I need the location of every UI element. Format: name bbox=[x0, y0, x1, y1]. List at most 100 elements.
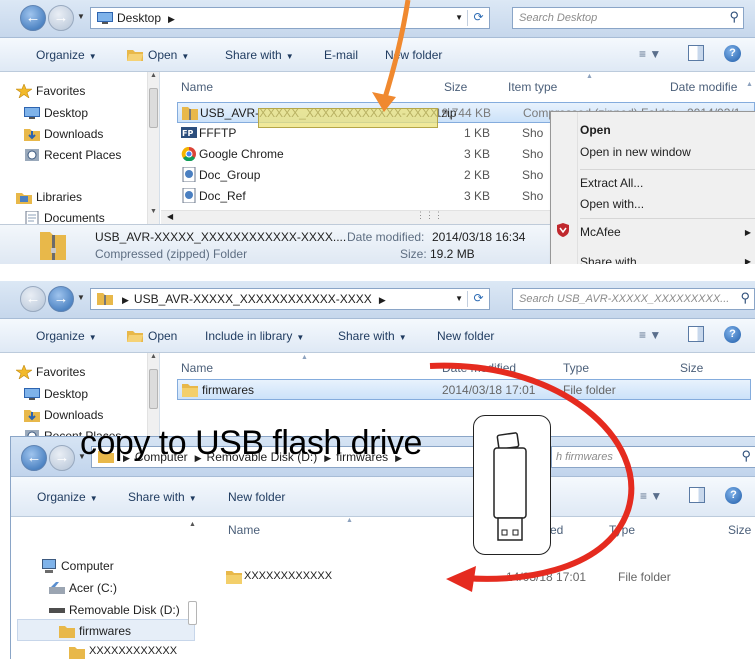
scroll-down-icon[interactable]: ▼ bbox=[148, 208, 159, 222]
scroll-thumb[interactable] bbox=[149, 88, 158, 128]
nav-computer[interactable]: Computer bbox=[42, 559, 114, 573]
scroll-left-icon[interactable]: ◀ bbox=[167, 212, 173, 221]
scroll-up-icon[interactable]: ▲ bbox=[148, 353, 159, 367]
nav-desktop[interactable]: Desktop bbox=[24, 106, 88, 120]
organize-menu[interactable]: Organize ▼ bbox=[36, 329, 97, 343]
refresh-icon[interactable]: ⟳ bbox=[467, 291, 489, 307]
scroll-up-icon[interactable]: ▲ bbox=[148, 72, 159, 86]
breadcrumb-chevron-icon[interactable]: ▶ bbox=[379, 295, 386, 305]
ctx-mcafee[interactable]: McAfee bbox=[580, 225, 621, 239]
view-options-icon[interactable]: ≡ ▼ bbox=[640, 489, 662, 503]
column-name[interactable]: Name bbox=[181, 361, 213, 375]
nav-favorites[interactable]: Favorites bbox=[16, 365, 85, 379]
nav-scrollbar[interactable]: ▲ bbox=[187, 517, 199, 659]
ctx-share-with[interactable]: Share with bbox=[580, 255, 637, 264]
column-name[interactable]: Name bbox=[181, 80, 213, 94]
scroll-up-icon[interactable]: ▲ bbox=[187, 521, 198, 535]
forward-button[interactable]: → bbox=[48, 286, 74, 312]
nav-scrollbar[interactable]: ▲ ▼ bbox=[147, 72, 159, 224]
address-dropdown-icon[interactable]: ▼ bbox=[455, 13, 463, 22]
document-shortcut-icon bbox=[182, 188, 196, 203]
breadcrumb-chevron-icon[interactable]: ▶ bbox=[168, 14, 175, 24]
nav-favorites[interactable]: Favorites bbox=[16, 84, 85, 98]
column-name[interactable]: Name bbox=[228, 523, 260, 537]
help-icon[interactable]: ? bbox=[725, 487, 742, 504]
preview-pane-icon[interactable] bbox=[688, 45, 704, 61]
column-date[interactable]: ed bbox=[550, 523, 563, 537]
breadcrumb-zip[interactable]: USB_AVR-XXXXX_XXXXXXXXXXXX-XXXX bbox=[134, 292, 372, 306]
column-type[interactable]: Type bbox=[563, 361, 589, 375]
preview-pane-icon[interactable] bbox=[688, 326, 704, 342]
folder-row[interactable]: XXXXXXXXXXXX 14/03/18 17:01 File folder bbox=[222, 567, 755, 588]
recent-pages-dropdown[interactable]: ▼ bbox=[77, 293, 87, 302]
share-with-menu[interactable]: Share with ▼ bbox=[128, 490, 197, 504]
ctx-open-new-window[interactable]: Open in new window bbox=[580, 145, 691, 159]
ctx-open-with[interactable]: Open with... bbox=[580, 197, 644, 211]
nav-libraries[interactable]: Libraries bbox=[16, 190, 82, 204]
view-options-icon[interactable]: ≡ ▼ bbox=[639, 47, 661, 61]
column-size[interactable]: Size bbox=[680, 361, 703, 375]
nav-recent-places[interactable]: Recent Places bbox=[25, 148, 121, 162]
nav-downloads[interactable]: Downloads bbox=[24, 127, 103, 141]
context-menu: Open Open in new window Extract All... O… bbox=[550, 111, 755, 264]
back-button[interactable]: ← bbox=[21, 445, 47, 471]
search-icon[interactable]: ⚲ bbox=[729, 9, 739, 25]
share-with-menu[interactable]: Share with ▼ bbox=[338, 329, 407, 343]
nav-firmwares[interactable]: firmwares bbox=[59, 624, 131, 638]
address-bar[interactable]: ▶ USB_AVR-XXXXX_XXXXXXXXXXXX-XXXX ▶ ▼ ⟳ bbox=[90, 288, 490, 310]
address-dropdown-icon[interactable]: ▼ bbox=[455, 294, 463, 303]
file-name: FFFTP bbox=[199, 126, 237, 140]
sort-caret-icon: ▲ bbox=[301, 354, 308, 361]
column-date[interactable]: Date modified bbox=[442, 361, 516, 375]
column-size[interactable]: Size bbox=[728, 523, 751, 537]
search-icon[interactable]: ⚲ bbox=[741, 448, 751, 464]
ctx-open[interactable]: Open bbox=[580, 123, 611, 137]
documents-icon bbox=[25, 211, 39, 224]
back-button[interactable]: ← bbox=[20, 5, 46, 31]
view-options-icon[interactable]: ≡ ▼ bbox=[639, 328, 661, 342]
help-icon[interactable]: ? bbox=[724, 326, 741, 343]
nav-acer-c[interactable]: Acer (C:) bbox=[49, 581, 117, 595]
ctx-extract-all[interactable]: Extract All... bbox=[580, 176, 643, 190]
preview-pane-icon[interactable] bbox=[689, 487, 705, 503]
breadcrumb-chevron-icon[interactable]: ▶ bbox=[122, 295, 129, 305]
include-in-library-menu[interactable]: Include in library ▼ bbox=[205, 329, 304, 343]
column-type[interactable]: Item type bbox=[508, 80, 557, 94]
back-button[interactable]: ← bbox=[20, 286, 46, 312]
scroll-grip-icon[interactable]: ⋮⋮⋮ bbox=[416, 210, 443, 221]
email-button[interactable]: E-mail bbox=[324, 48, 358, 62]
nav-desktop[interactable]: Desktop bbox=[24, 387, 88, 401]
nav-documents[interactable]: Documents bbox=[25, 211, 105, 224]
help-icon[interactable]: ? bbox=[724, 45, 741, 62]
new-folder-button[interactable]: New folder bbox=[437, 329, 494, 343]
forward-button[interactable]: → bbox=[49, 445, 75, 471]
search-icon[interactable]: ⚲ bbox=[740, 290, 750, 306]
forward-button[interactable]: → bbox=[48, 5, 74, 31]
command-bar: Organize ▼ Open ▼ Share with ▼ E-mail New f… bbox=[0, 38, 755, 72]
new-folder-button[interactable]: New folder bbox=[228, 490, 285, 504]
address-bar[interactable]: Desktop ▶ ▼ ⟳ bbox=[90, 7, 490, 29]
context-separator bbox=[580, 218, 755, 219]
column-size[interactable]: Size bbox=[444, 80, 467, 94]
organize-menu[interactable]: Organize ▼ bbox=[37, 490, 98, 504]
refresh-icon[interactable]: ⟳ bbox=[467, 10, 489, 26]
scroll-thumb[interactable] bbox=[188, 601, 197, 625]
explorer-window-usb-drive: ─ □ ✕ ← → ▼ ▶Computer▶Removable Disk (D:… bbox=[10, 436, 755, 659]
share-with-menu[interactable]: Share with ▼ bbox=[225, 48, 294, 62]
scroll-thumb[interactable] bbox=[149, 369, 158, 409]
column-date[interactable]: Date modifie bbox=[670, 80, 737, 94]
open-button[interactable]: Open bbox=[127, 329, 177, 343]
nav-subfolder[interactable]: XXXXXXXXXXXX bbox=[69, 645, 177, 659]
open-button[interactable]: Open ▼ bbox=[127, 48, 189, 62]
new-folder-button[interactable]: New folder bbox=[385, 48, 442, 62]
organize-menu[interactable]: Organize ▼ bbox=[36, 48, 97, 62]
recent-pages-dropdown[interactable]: ▼ bbox=[77, 12, 87, 21]
search-box[interactable]: Search Desktop ⚲ bbox=[512, 7, 744, 29]
folder-row[interactable]: firmwares 2014/03/18 17:01 File folder bbox=[177, 379, 751, 400]
breadcrumb-desktop[interactable]: Desktop bbox=[117, 11, 161, 25]
nav-downloads[interactable]: Downloads bbox=[24, 408, 103, 422]
search-box[interactable]: h firmwares ⚲ bbox=[551, 446, 755, 468]
column-type[interactable]: Type bbox=[609, 523, 635, 537]
search-box[interactable]: Search USB_AVR-XXXXX_XXXXXXXXX... ⚲ bbox=[512, 288, 755, 310]
nav-removable-disk[interactable]: Removable Disk (D:) bbox=[49, 603, 180, 617]
